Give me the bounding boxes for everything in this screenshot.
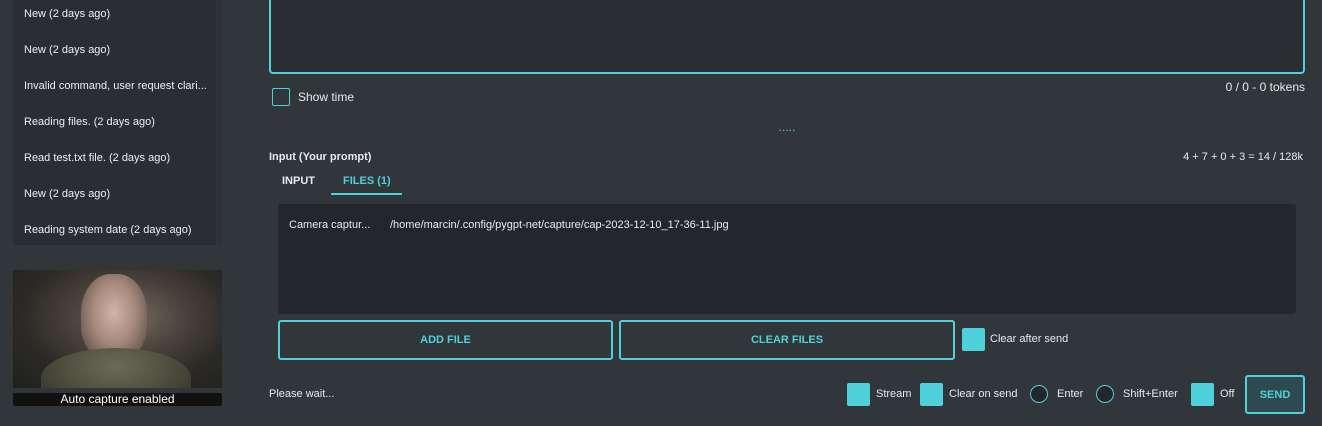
clear-after-send-label: Clear after send <box>990 333 1069 345</box>
sidebar: New (2 days ago) New (2 days ago) Invali… <box>0 0 238 426</box>
off-label: Off <box>1220 388 1235 400</box>
enter-label: Enter <box>1057 388 1084 400</box>
active-tab-indicator <box>331 193 402 195</box>
camera-status-label: Auto capture enabled <box>13 393 222 406</box>
file-name[interactable]: Camera captur... <box>289 219 370 231</box>
shift-enter-label: Shift+Enter <box>1123 388 1178 400</box>
shift-enter-radio[interactable] <box>1096 385 1114 403</box>
clear-on-send-checkbox[interactable] <box>920 383 943 406</box>
clear-after-send-checkbox[interactable] <box>962 328 985 351</box>
show-time-label: Show time <box>298 90 355 104</box>
clear-on-send-label: Clear on send <box>949 388 1018 400</box>
attached-files-list[interactable]: Camera captur... /home/marcin/.config/py… <box>278 204 1296 314</box>
output-token-counter: 0 / 0 - 0 tokens <box>1225 80 1305 94</box>
input-title: Input (Your prompt) <box>269 151 372 163</box>
tab-input[interactable]: INPUT <box>282 175 315 187</box>
context-list: New (2 days ago) New (2 days ago) Invali… <box>13 0 222 245</box>
off-checkbox[interactable] <box>1191 383 1214 406</box>
context-item[interactable]: Invalid command, user request clari... <box>24 80 207 92</box>
add-file-button[interactable]: ADD FILE <box>278 320 613 360</box>
show-time-checkbox[interactable] <box>272 88 290 106</box>
camera-person-body <box>41 348 191 388</box>
input-token-calculation: 4 + 7 + 0 + 3 = 14 / 128k <box>1183 151 1303 163</box>
clear-files-button[interactable]: CLEAR FILES <box>619 320 955 360</box>
context-item[interactable]: Reading system date (2 days ago) <box>24 224 192 236</box>
send-button[interactable]: SEND <box>1245 375 1305 414</box>
output-textarea[interactable] <box>269 0 1305 74</box>
stream-label: Stream <box>876 388 912 400</box>
context-item[interactable]: Reading files. (2 days ago) <box>24 116 155 128</box>
status-text: Please wait... <box>269 388 335 400</box>
tab-files[interactable]: FILES (1) <box>343 175 391 187</box>
context-item[interactable]: New (2 days ago) <box>24 44 110 56</box>
panel-splitter-handle[interactable]: ..... <box>776 121 798 133</box>
file-path[interactable]: /home/marcin/.config/pygpt-net/capture/c… <box>390 219 729 231</box>
context-item[interactable]: Read test.txt file. (2 days ago) <box>24 152 170 164</box>
stream-checkbox[interactable] <box>847 383 870 406</box>
context-item[interactable]: New (2 days ago) <box>24 8 110 20</box>
context-item[interactable]: New (2 days ago) <box>24 188 110 200</box>
enter-radio[interactable] <box>1030 385 1048 403</box>
context-scrollbar[interactable] <box>216 0 222 245</box>
camera-preview[interactable] <box>13 270 222 388</box>
